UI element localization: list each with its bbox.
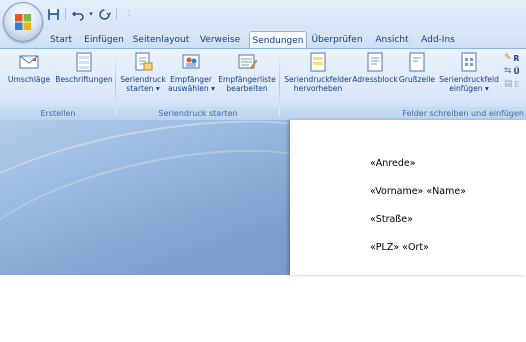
group-erstellen: Umschläge Beschriftungen Erstellen xyxy=(0,49,116,120)
tab-verweise[interactable]: Verweise xyxy=(197,32,243,48)
seriendruckfeld-line1: Seriendruckfeld xyxy=(439,75,499,84)
group-label-felder: Felder schreiben und einfügen xyxy=(280,107,526,120)
update-labels-icon: ▤ xyxy=(504,79,513,89)
redo-icon[interactable] xyxy=(97,7,111,21)
tab-seitenlayout[interactable]: Seitenlayout xyxy=(130,32,192,48)
seriendruck-starten-line1: Seriendruck xyxy=(120,75,166,84)
tab-einfuegen[interactable]: Einfügen xyxy=(82,32,126,48)
qat-separator xyxy=(65,8,66,20)
document-page[interactable]: «Anrede» «Vorname» «Name» «Straße» «PLZ»… xyxy=(290,120,526,275)
rules-label: R xyxy=(513,53,520,63)
save-icon[interactable] xyxy=(46,7,60,21)
adressblock-button[interactable]: Adressblock xyxy=(352,51,398,84)
customize-qat-icon[interactable]: ⫶ xyxy=(122,7,136,21)
match-fields-icon: ⇆ xyxy=(504,66,512,76)
group-label-erstellen: Erstellen xyxy=(0,107,116,120)
title-bar: ▾ ⫶ xyxy=(0,0,526,30)
qat-separator xyxy=(116,8,117,20)
umschlaege-label: Umschläge xyxy=(7,75,51,84)
merge-field-strasse[interactable]: «Straße» xyxy=(370,214,413,225)
empfaenger-auswaehlen-line2: auswählen ▾ xyxy=(168,84,215,93)
seriendruckfeld-line2: einfügen ▾ xyxy=(449,84,489,93)
merge-field-anrede[interactable]: «Anrede» xyxy=(370,158,416,169)
seriendruckfelder-line2: hervorheben xyxy=(293,84,343,93)
beschriftungen-button[interactable]: Beschriftungen xyxy=(54,51,114,84)
insert-merge-field-icon xyxy=(458,51,480,73)
seriendruck-starten-line2: starten ▾ xyxy=(126,84,160,93)
tab-add-ins[interactable]: Add-Ins xyxy=(420,32,456,48)
group-seriendruck-starten: Seriendruck starten ▾ Empfänger auswähle… xyxy=(116,49,280,120)
match-fields-label: Ü xyxy=(513,66,520,76)
rules-button[interactable]: ✎ R xyxy=(504,53,519,63)
quick-access-toolbar: ▾ ⫶ xyxy=(46,5,136,23)
seriendruckfeld-einfuegen-button[interactable]: Seriendruckfeld einfügen ▾ xyxy=(437,51,501,93)
merge-field-plz-ort[interactable]: «PLZ» «Ort» xyxy=(370,242,429,253)
envelope-icon xyxy=(18,51,40,73)
seriendruck-starten-button[interactable]: Seriendruck starten ▾ xyxy=(119,51,167,93)
empfaengerliste-bearbeiten-line1: Empfängerliste xyxy=(218,75,276,84)
empfaengerliste-bearbeiten-button[interactable]: Empfängerliste bearbeiten xyxy=(216,51,278,93)
address-block-icon xyxy=(364,51,386,73)
match-fields-button[interactable]: ⇆ Ü xyxy=(504,66,520,76)
empfaenger-auswaehlen-button[interactable]: Empfänger auswählen ▾ xyxy=(168,51,215,93)
rules-icon: ✎ xyxy=(504,53,512,63)
tab-ueberpruefen[interactable]: Überprüfen xyxy=(309,32,365,48)
beschriftungen-label: Beschriftungen xyxy=(55,75,113,84)
tab-start[interactable]: Start xyxy=(44,32,78,48)
update-labels-label: E xyxy=(514,79,520,89)
merge-field-vorname-name[interactable]: «Vorname» «Name» xyxy=(370,186,466,197)
tab-ansicht[interactable]: Ansicht xyxy=(372,32,412,48)
start-mail-merge-icon xyxy=(132,51,154,73)
adressblock-label: Adressblock xyxy=(352,75,398,84)
edit-recipient-list-icon xyxy=(236,51,258,73)
highlight-fields-icon xyxy=(307,51,329,73)
ribbon-tabs: Start Einfügen Seitenlayout Verweise Sen… xyxy=(0,30,526,49)
ribbon: Umschläge Beschriftungen Erstellen Serie… xyxy=(0,48,526,121)
empfaenger-auswaehlen-line1: Empfänger xyxy=(170,75,212,84)
seriendruckfelder-line1: Seriendruckfelder xyxy=(284,75,352,84)
select-recipients-icon xyxy=(180,51,202,73)
update-labels-button[interactable]: ▤ E xyxy=(504,79,519,89)
seriendruckfelder-hervorheben-button[interactable]: Seriendruckfelder hervorheben xyxy=(284,51,352,93)
labels-icon xyxy=(73,51,95,73)
group-felder-schreiben: Seriendruckfelder hervorheben Adressbloc… xyxy=(280,49,526,120)
grusszeile-label: Grußzeile xyxy=(398,75,436,84)
undo-icon[interactable] xyxy=(71,7,85,21)
umschlaege-button[interactable]: Umschläge xyxy=(4,51,54,84)
office-logo-icon xyxy=(15,14,31,30)
greeting-line-icon xyxy=(406,51,428,73)
empfaengerliste-bearbeiten-line2: bearbeiten xyxy=(226,84,268,93)
grusszeile-button[interactable]: Grußzeile xyxy=(398,51,436,84)
tab-sendungen[interactable]: Sendungen xyxy=(249,31,307,49)
undo-dropdown-icon[interactable]: ▾ xyxy=(88,7,94,21)
office-button[interactable] xyxy=(3,2,43,42)
group-label-seriendruck-starten: Seriendruck starten xyxy=(116,107,280,120)
